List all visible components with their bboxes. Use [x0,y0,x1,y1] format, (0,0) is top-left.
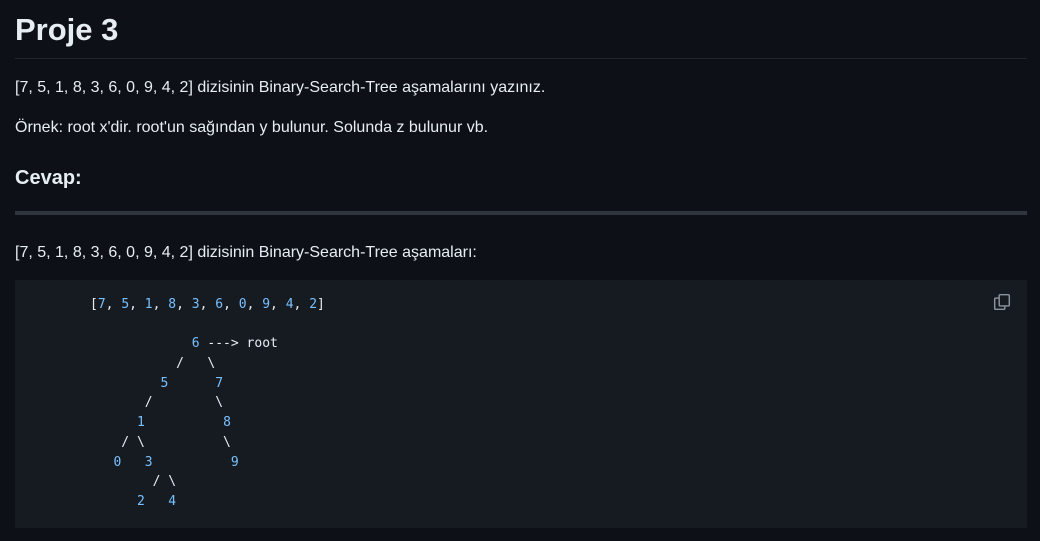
code-line: [7, 5, 1, 8, 3, 6, 0, 9, 4, 2] [90,297,325,312]
code-number: 0 [238,297,247,312]
code-number: 6 [191,336,200,352]
code-number: 5 [160,375,169,391]
code-block: [7, 5, 1, 8, 3, 6, 0, 9, 4, 2] 6 ---> ro… [15,280,1027,528]
page-title: Proje 3 [15,12,119,47]
code-number: 9 [230,454,239,470]
code-number: 5 [121,297,130,312]
task-paragraph: [7, 5, 1, 8, 3, 6, 0, 9, 4, 2] dizisinin… [15,79,546,96]
code-line: 0 3 9 [90,453,325,473]
title-divider [15,58,1027,59]
code-line: / \ \ [90,434,231,450]
code-number: 3 [144,454,153,470]
code-line: / \ [90,395,224,411]
horizontal-rule [15,211,1027,215]
code-line: 5 7 [90,374,325,394]
example-paragraph: Örnek: root x'dir. root'un sağından y bu… [15,119,489,136]
code-line: / \ [90,356,216,372]
code-number: 9 [262,297,271,312]
code-number: 7 [97,297,106,312]
code-number: 8 [168,297,177,312]
code-number: 8 [223,415,231,431]
code-number: 1 [144,297,153,312]
code-number: 4 [285,297,294,312]
code-number: 1 [136,415,145,431]
answer-intro: [7, 5, 1, 8, 3, 6, 0, 9, 4, 2] dizisinin… [15,244,477,261]
code-line: 1 8 [90,413,325,433]
code-number: 0 [113,454,122,470]
code-number: 7 [215,375,224,391]
answer-heading: Cevap: [15,167,82,189]
code-number: 2 [309,297,318,312]
code-number: 3 [191,297,200,312]
code-content[interactable]: [7, 5, 1, 8, 3, 6, 0, 9, 4, 2] 6 ---> ro… [90,295,325,512]
code-line: 6 ---> root [191,336,278,352]
copy-icon-svg [993,293,1011,311]
copy-icon[interactable] [993,293,1011,311]
code-line: / \ [90,474,177,490]
code-number: 4 [168,493,177,509]
code-line: 2 4 [90,492,325,512]
code-number: 2 [136,493,145,509]
code-number: 6 [215,297,224,312]
